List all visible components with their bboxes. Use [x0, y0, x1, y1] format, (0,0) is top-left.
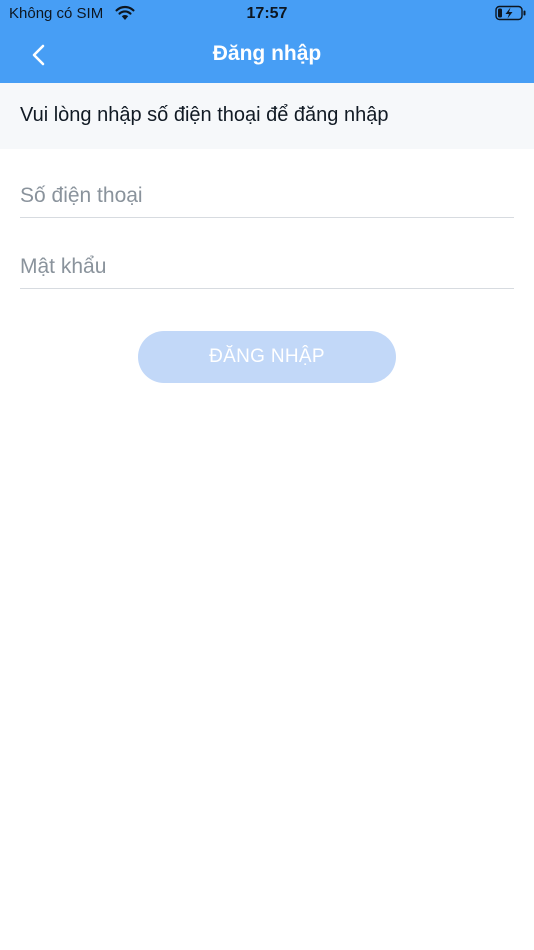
password-input[interactable] [20, 245, 514, 289]
login-button[interactable]: ĐĂNG NHẬP [138, 331, 396, 383]
instruction-text: Vui lòng nhập số điện thoại để đăng nhập [20, 104, 389, 126]
nav-bar: Đăng nhập [0, 28, 534, 83]
battery-charging-icon [495, 5, 526, 21]
page-title: Đăng nhập [212, 42, 322, 65]
login-screen: Không có SIM 17:57 Đăng nhập Vui lòng nh… [0, 0, 534, 950]
phone-input[interactable] [20, 174, 514, 218]
instruction-banner: Vui lòng nhập số điện thoại để đăng nhập [0, 83, 534, 149]
status-time: 17:57 [246, 5, 288, 22]
header: Không có SIM 17:57 Đăng nhập [0, 0, 534, 83]
status-bar: Không có SIM 17:57 [0, 0, 534, 28]
